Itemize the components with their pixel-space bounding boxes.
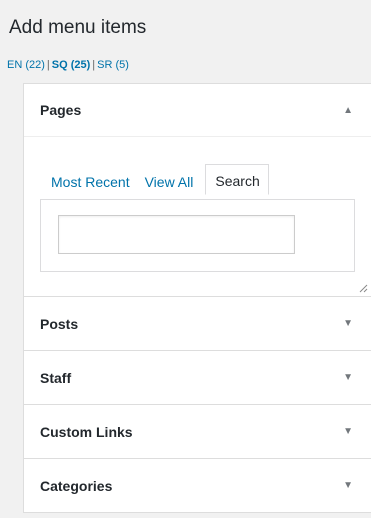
pages-section-body: Most Recent View All Search xyxy=(24,137,371,296)
tab-search[interactable]: Search xyxy=(205,164,269,195)
tab-view-all[interactable]: View All xyxy=(145,165,194,195)
custom-links-section: Custom Links ▼ xyxy=(24,405,371,459)
triangle-down-icon[interactable]: ▼ xyxy=(343,480,353,491)
triangle-down-icon[interactable]: ▼ xyxy=(343,372,353,383)
categories-section-title: Categories xyxy=(40,477,113,494)
triangle-down-icon[interactable]: ▼ xyxy=(343,318,353,329)
language-link-sq[interactable]: SQ (25) xyxy=(52,59,91,71)
triangle-up-icon[interactable]: ▲ xyxy=(343,105,353,116)
staff-section-title: Staff xyxy=(40,369,72,386)
page-title: Add menu items xyxy=(9,17,147,38)
categories-section: Categories ▼ xyxy=(24,459,371,512)
staff-section-header[interactable]: Staff ▼ xyxy=(24,351,371,404)
language-link-sr[interactable]: SR (5) xyxy=(97,59,129,71)
tab-most-recent[interactable]: Most Recent xyxy=(51,165,130,195)
pages-section: Pages ▲ Most Recent View All Search xyxy=(24,84,371,297)
resize-handle-icon[interactable] xyxy=(359,284,368,293)
categories-section-header[interactable]: Categories ▼ xyxy=(24,459,371,512)
triangle-down-icon[interactable]: ▼ xyxy=(343,426,353,437)
search-pages-input[interactable] xyxy=(58,215,295,254)
custom-links-section-title: Custom Links xyxy=(40,423,133,440)
custom-links-section-header[interactable]: Custom Links ▼ xyxy=(24,405,371,458)
pages-section-title: Pages xyxy=(40,102,82,118)
posts-section-header[interactable]: Posts ▼ xyxy=(24,297,371,350)
language-link-en[interactable]: EN (22) xyxy=(7,59,45,71)
posts-section-title: Posts xyxy=(40,315,79,332)
menu-items-accordion: Pages ▲ Most Recent View All Search Post… xyxy=(23,83,371,513)
search-tab-panel xyxy=(40,199,355,272)
pages-section-header[interactable]: Pages ▲ xyxy=(24,84,371,137)
language-separator: | xyxy=(46,59,50,71)
language-switcher: EN (22) | SQ (25) | SR (5) xyxy=(7,59,129,71)
pages-tabs: Most Recent View All Search xyxy=(51,164,269,195)
posts-section: Posts ▼ xyxy=(24,297,371,351)
staff-section: Staff ▼ xyxy=(24,351,371,405)
